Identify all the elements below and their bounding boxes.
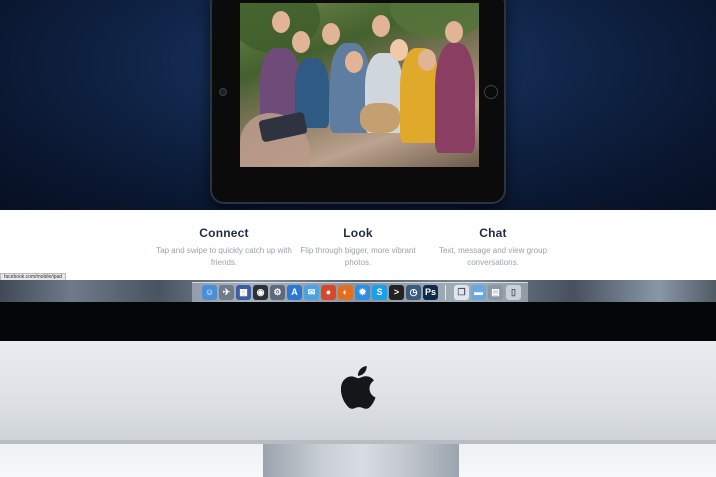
messages-icon[interactable]: ✉	[304, 285, 319, 300]
chrome-icon[interactable]: ●	[321, 285, 336, 300]
feature-title: Chat	[479, 226, 507, 240]
finder-icon[interactable]: ☺	[202, 285, 217, 300]
feature-text: Flip through bigger, more vibrant photos…	[300, 246, 416, 267]
dock: ☺ ✈ ▦ ◉ ⚙ A ✉ ● ◐ ✹ S > ◷ Ps ❐ ▬ ▤ ▯	[192, 282, 528, 303]
documents-icon[interactable]: ❐	[454, 285, 469, 300]
dashboard-icon[interactable]: ◉	[253, 285, 268, 300]
feature-text: Text, message and view group conversatio…	[438, 246, 548, 267]
terminal-icon[interactable]: >	[389, 285, 404, 300]
feature-text: Tap and swipe to quickly catch up with f…	[156, 246, 292, 267]
imac-stand	[263, 444, 459, 477]
features-section: Connect Tap and swipe to quickly catch u…	[0, 210, 716, 280]
feature-connect: Connect Tap and swipe to quickly catch u…	[154, 226, 294, 269]
home-button-icon	[484, 85, 498, 99]
app-store-icon[interactable]: A	[287, 285, 302, 300]
group-photo	[240, 3, 479, 167]
feature-title: Look	[343, 226, 373, 240]
ipad-device	[210, 0, 506, 204]
trash-icon[interactable]: ▯	[506, 285, 521, 300]
imac-screen: Connect Tap and swipe to quickly catch u…	[0, 0, 716, 341]
ipad-camera	[219, 88, 227, 96]
hero-section	[0, 0, 716, 210]
dock-separator	[445, 285, 446, 300]
screen-bezel	[0, 302, 716, 341]
folder-icon[interactable]: ▬	[471, 285, 486, 300]
feature-chat: Chat Text, message and view group conver…	[423, 226, 563, 269]
system-preferences-icon[interactable]: ⚙	[270, 285, 285, 300]
firefox-icon[interactable]: ◐	[338, 285, 353, 300]
skype-icon[interactable]: S	[372, 285, 387, 300]
feature-title: Connect	[199, 226, 249, 240]
mission-control-icon[interactable]: ▦	[236, 285, 251, 300]
time-machine-icon[interactable]: ◷	[406, 285, 421, 300]
feature-look: Look Flip through bigger, more vibrant p…	[288, 226, 428, 269]
safari-icon[interactable]: ✹	[355, 285, 370, 300]
photoshop-icon[interactable]: Ps	[423, 285, 438, 300]
launchpad-icon[interactable]: ✈	[219, 285, 234, 300]
apple-logo-icon	[341, 366, 376, 409]
downloads-icon[interactable]: ▤	[488, 285, 503, 300]
